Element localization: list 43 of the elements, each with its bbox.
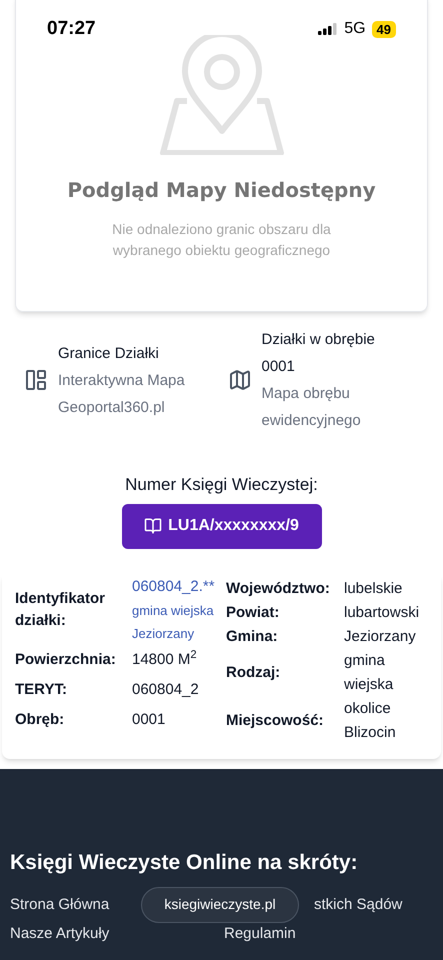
url-pill: ksiegiwieczyste.pl bbox=[141, 886, 299, 922]
status-time: 07:27 bbox=[47, 16, 96, 41]
detail-label: Gmina: bbox=[226, 626, 279, 646]
detail-value: okolice Blizocin bbox=[344, 698, 397, 742]
detail-link[interactable]: Jeziorzany bbox=[132, 622, 215, 644]
link-text[interactable]: Mapa obrębu bbox=[262, 380, 375, 407]
detail-value: Jeziorzany bbox=[344, 626, 417, 646]
layout-icon bbox=[24, 368, 48, 392]
footer-title: Księgi Wieczyste Online na skróty: bbox=[10, 850, 359, 876]
book-icon bbox=[144, 517, 162, 535]
footer-link[interactable]: stkich Sądów bbox=[314, 894, 402, 916]
detail-label: Identyfikator działki: bbox=[15, 588, 106, 630]
detail-value: 060804_2 bbox=[132, 680, 199, 700]
map-unavailable-title: Podgląd Mapy Niedostępny bbox=[67, 177, 376, 204]
link-text[interactable]: 0001 bbox=[262, 353, 375, 380]
battery-indicator: 49 bbox=[372, 20, 396, 38]
link-text[interactable]: Geoportal360.pl bbox=[58, 394, 185, 420]
land-register-button[interactable]: LU1A/xxxxxxxx/9 bbox=[122, 504, 322, 548]
signal-icon bbox=[318, 23, 338, 35]
link-title: Granice Działki bbox=[58, 344, 160, 364]
detail-label: Obręb: bbox=[15, 710, 66, 730]
detail-label: TERYT: bbox=[15, 680, 68, 700]
footer-link[interactable]: Strona Główna bbox=[10, 894, 110, 916]
detail-label: Miejscowość: bbox=[226, 710, 325, 730]
detail-label: Powierzchnia: bbox=[15, 650, 117, 670]
detail-value: lubelskie bbox=[344, 578, 404, 598]
map-unavailable-message: Nie odnaleziono granic obszaru dla wybranego obiektu geograficznego bbox=[111, 220, 332, 260]
detail-value: 14800 M$^{2}$ bbox=[132, 648, 197, 670]
link-title: Działki w obrębie bbox=[262, 330, 375, 350]
detail-value: 0001 bbox=[132, 710, 166, 730]
footer-link[interactable]: Nasze Artykuły bbox=[10, 922, 110, 945]
network-label: 5G bbox=[344, 19, 366, 39]
detail-label: Rodzaj: bbox=[226, 662, 282, 682]
link-text[interactable]: Interaktywna Mapa bbox=[58, 366, 185, 394]
land-register-label: Numer Księgi Wieczystej: bbox=[125, 474, 318, 496]
link-text[interactable]: ewidencyjnego bbox=[262, 407, 375, 434]
footer-link[interactable]: Regulamin bbox=[224, 922, 296, 945]
map-icon bbox=[228, 368, 252, 392]
detail-link[interactable]: gmina wiejska bbox=[132, 598, 215, 622]
detail-label: Powiat: bbox=[226, 602, 280, 622]
detail-link[interactable]: 060804_2.** bbox=[132, 574, 215, 598]
detail-value: lubartowski bbox=[344, 602, 420, 622]
detail-label: Województwo: bbox=[226, 578, 331, 598]
